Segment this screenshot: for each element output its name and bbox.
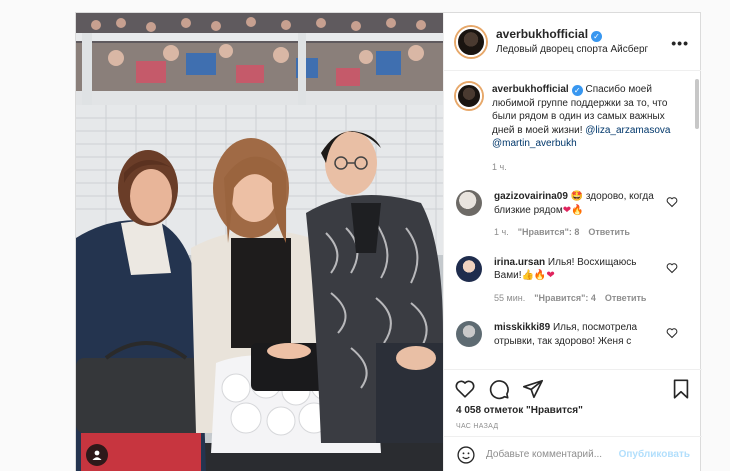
publish-button[interactable]: Опубликовать (619, 449, 690, 460)
posted-time: ЧАС НАЗАД (456, 423, 499, 430)
likes-count[interactable]: 4 058 отметок "Нравится" (444, 405, 702, 416)
instagram-page: averbukhofficial ✓ Ледовый дворец спорта … (0, 0, 730, 471)
bookmark-icon[interactable] (670, 378, 692, 400)
more-icon[interactable]: ••• (671, 35, 689, 51)
emoji-icon[interactable] (456, 445, 476, 465)
post-card: averbukhofficial ✓ Ледовый дворец спорта … (75, 12, 702, 471)
commenter-avatar[interactable] (456, 190, 482, 216)
mention-link[interactable]: @liza_arzamasova (585, 125, 670, 136)
caption-username[interactable]: averbukhofficial (492, 84, 569, 95)
heart-icon[interactable] (454, 378, 476, 400)
comment-likes[interactable]: "Нравится": 4 (534, 293, 596, 303)
comment-username[interactable]: misskikki89 (494, 322, 550, 333)
comment-likes[interactable]: "Нравится": 8 (518, 227, 580, 237)
comments-scrollbar[interactable] (695, 79, 699, 129)
author-username[interactable]: averbukhofficial (496, 27, 588, 41)
comment-input[interactable] (486, 449, 619, 460)
reply-button[interactable]: Ответить (605, 293, 647, 303)
comment-icon[interactable] (488, 378, 510, 400)
post-header: averbukhofficial ✓ Ледовый дворец спорта … (444, 13, 701, 71)
commenter-avatar[interactable] (456, 255, 482, 282)
post-actions: 4 058 отметок "Нравится" ЧАС НАЗАД Опубл… (444, 369, 702, 471)
comment-like-heart-icon[interactable] (666, 262, 678, 274)
comment-like-heart-icon[interactable] (666, 327, 678, 339)
comment-emoji: ❤🔥 (562, 204, 584, 216)
comments-list[interactable]: averbukhofficial ✓ Спасибо моей любимой г… (444, 71, 702, 369)
reply-button[interactable]: Ответить (588, 227, 630, 237)
post-side-panel: averbukhofficial ✓ Ледовый дворец спорта … (443, 13, 702, 471)
caption: averbukhofficial ✓ Спасибо моей любимой г… (456, 83, 690, 174)
comment-time: 55 мин. (494, 292, 526, 303)
mention-link[interactable]: @martin_averbukh (492, 138, 577, 149)
comment-username[interactable]: gazizovairina09 (494, 191, 568, 202)
comment-item: misskikki89 Илья, посмотрела отрывки, та… (456, 321, 690, 348)
comment-username[interactable]: irina.ursan (494, 257, 545, 268)
post-location[interactable]: Ледовый дворец спорта Айсберг (496, 42, 648, 57)
comment-like-heart-icon[interactable] (666, 196, 678, 208)
comment-item: gazizovairina09 🤩 здорово, когда близкие… (456, 190, 690, 240)
add-comment-bar: Опубликовать (444, 436, 702, 471)
commenter-avatar[interactable] (456, 321, 482, 347)
comment-time: 1 ч. (494, 227, 509, 237)
photo-illustration (76, 13, 443, 471)
verified-badge-icon: ✓ (591, 31, 603, 42)
user-tag-icon[interactable] (86, 444, 108, 466)
post-photo[interactable] (76, 13, 443, 471)
verified-badge-icon: ✓ (571, 85, 583, 96)
author-avatar[interactable] (456, 26, 486, 57)
comment-item: irina.ursan Илья! Восхищаюсь Вами!👍🔥❤ 55… (456, 255, 690, 306)
caption-avatar[interactable] (456, 83, 482, 109)
comment-emoji: 👍🔥❤ (521, 270, 555, 281)
caption-time: 1 ч. (492, 161, 507, 172)
share-icon[interactable] (522, 378, 544, 400)
